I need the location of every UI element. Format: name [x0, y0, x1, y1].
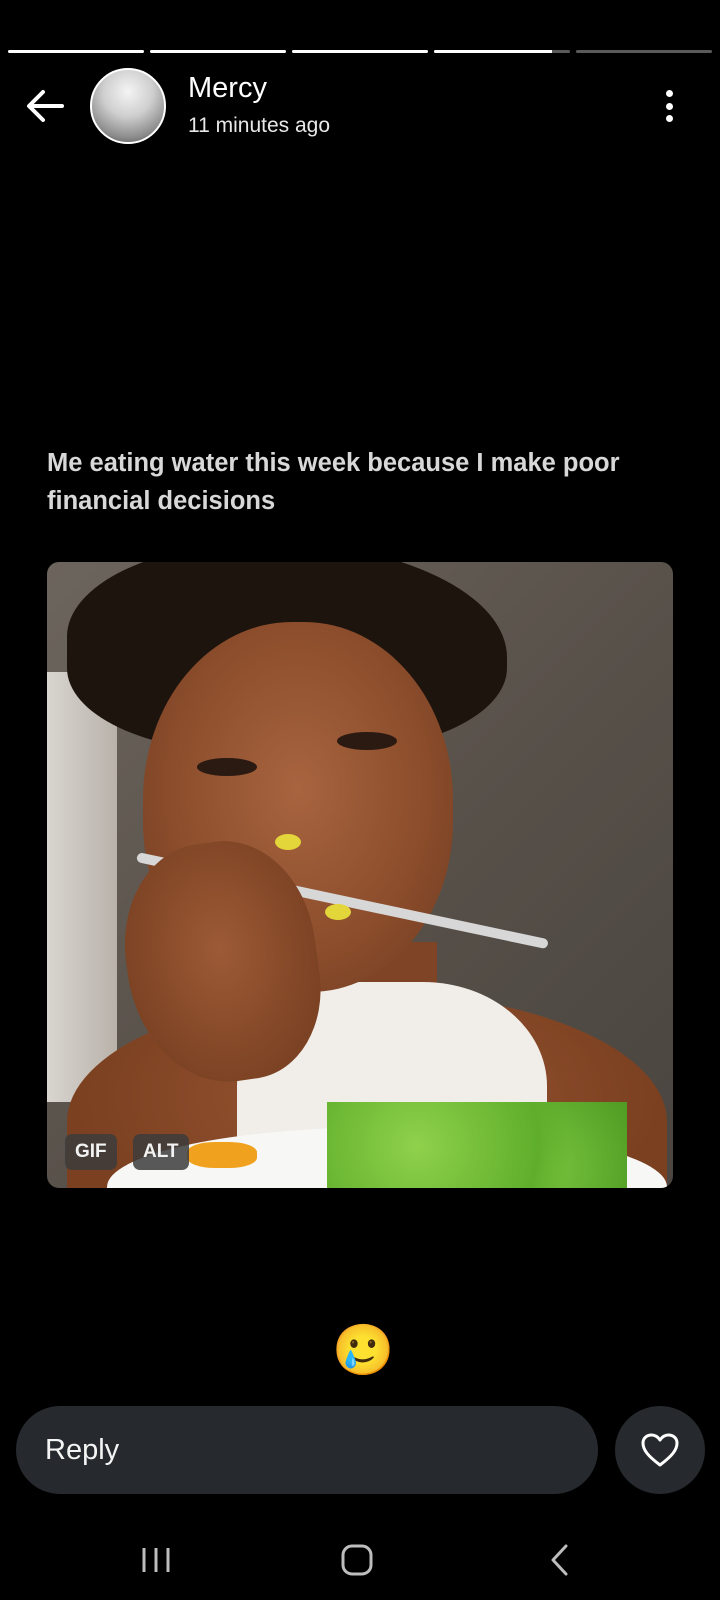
system-back-button[interactable] [528, 1538, 592, 1582]
salad [327, 1102, 627, 1188]
recents-icon [142, 1548, 170, 1572]
reply-placeholder: Reply [45, 1433, 120, 1466]
arrow-left-icon [27, 90, 64, 122]
gif-badge: GIF [65, 1134, 117, 1170]
fingernail [275, 834, 301, 850]
more-options-button[interactable] [656, 86, 682, 126]
story-progress-segment [292, 50, 428, 53]
reply-input[interactable]: Reply [16, 1406, 598, 1494]
background-wall [47, 672, 117, 1102]
eye-right [337, 732, 397, 750]
home-icon [341, 1544, 373, 1576]
more-vertical-icon-dot [665, 115, 673, 122]
story-progress-segment [576, 50, 712, 53]
heart-icon [641, 1433, 679, 1467]
back-chevron-icon [551, 1544, 568, 1576]
back-button[interactable] [22, 86, 68, 126]
fingernail [325, 904, 351, 920]
timestamp: 11 minutes ago [188, 114, 331, 137]
eye-left [197, 758, 257, 776]
story-media-image[interactable]: GIF ALT [47, 562, 673, 1188]
username[interactable]: Mercy [188, 72, 267, 105]
system-nav-bar [0, 1520, 720, 1600]
like-button[interactable] [615, 1406, 705, 1494]
avatar[interactable] [90, 68, 166, 144]
more-vertical-icon-dot [665, 102, 673, 110]
story-progress-segment [434, 50, 570, 53]
home-button[interactable] [325, 1538, 389, 1582]
story-progress-bar [8, 50, 712, 53]
story-progress-segment [150, 50, 286, 53]
more-vertical-icon [665, 90, 673, 97]
story-header: Mercy 11 minutes ago [0, 68, 720, 144]
reaction-emoji[interactable]: 🥲 [332, 1322, 394, 1378]
alt-text-badge[interactable]: ALT [133, 1134, 189, 1170]
carrot [187, 1142, 257, 1168]
recents-button[interactable] [124, 1538, 188, 1582]
story-progress-segment [8, 50, 144, 53]
post-caption: Me eating water this week because I make… [47, 449, 620, 515]
